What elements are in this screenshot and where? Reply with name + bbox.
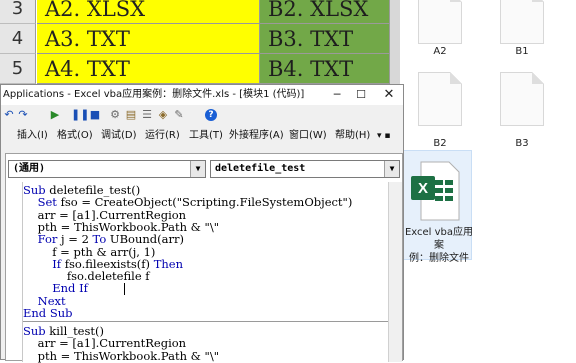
menu-insert[interactable]: 插入(I) xyxy=(17,126,48,146)
cell-b3[interactable]: B2. XLSX xyxy=(260,0,390,24)
code-line[interactable]: arr = [a1].CurrentRegion xyxy=(23,337,186,350)
row-header[interactable]: 5 xyxy=(0,54,36,84)
menu-help[interactable]: 帮助(H) xyxy=(335,126,370,146)
excel-file-label[interactable]: Excel vba应用案 例：删除文件 xyxy=(400,226,478,265)
project-explorer-icon[interactable]: ▤ xyxy=(125,109,137,121)
stop-icon[interactable]: ■ xyxy=(89,109,101,121)
excel-file-label-line1: Excel vba应用案 xyxy=(404,227,474,251)
pause-icon[interactable]: ❚❚ xyxy=(71,109,89,121)
menu-format[interactable]: 格式(O) xyxy=(57,126,93,146)
svg-text:X: X xyxy=(418,180,428,197)
chevron-down-icon[interactable]: ▼ xyxy=(384,161,399,177)
procedure-dropdown-value: deletefile_test xyxy=(215,163,306,174)
design-mode-icon[interactable]: ⚙ xyxy=(109,109,121,121)
object-dropdown-value: (通用) xyxy=(13,163,46,174)
properties-icon[interactable]: ☰ xyxy=(141,109,153,121)
code-line[interactable]: End Sub xyxy=(23,307,72,319)
document-icon[interactable] xyxy=(500,72,544,126)
spreadsheet: 3 A2. XLSX B2. XLSX 4 A3. TXT B3. TXT 5 … xyxy=(0,0,400,90)
menu-addins[interactable]: 外接程序(A) xyxy=(229,126,284,146)
document-icon[interactable] xyxy=(500,0,544,44)
cell-b5[interactable]: B4. TXT xyxy=(260,54,390,84)
file-label-b3[interactable]: B3 xyxy=(492,138,552,149)
document-icon[interactable] xyxy=(418,0,462,44)
toolbox-icon[interactable]: ✎ xyxy=(173,109,185,121)
procedure-separator xyxy=(23,321,399,322)
run-icon[interactable]: ▶ xyxy=(49,109,61,121)
file-label-b2[interactable]: B2 xyxy=(410,138,470,149)
restore-icon[interactable]: ▾ ▪ xyxy=(377,126,390,146)
help-icon[interactable]: ? xyxy=(205,109,217,121)
document-icon[interactable] xyxy=(418,72,462,126)
undo-icon[interactable]: ↶ xyxy=(3,109,15,121)
text-cursor xyxy=(124,283,125,295)
code-line[interactable]: For j = 2 To UBound(arr) xyxy=(23,233,184,246)
toolbar: ↶ ↷ ▶ ❚❚ ■ ⚙ ▤ ☰ ◈ ✎ ? xyxy=(1,106,403,126)
chevron-down-icon[interactable]: ▼ xyxy=(190,161,205,177)
object-browser-icon[interactable]: ◈ xyxy=(157,109,169,121)
code-line[interactable]: pth = ThisWorkbook.Path & "\" xyxy=(23,349,219,362)
cell-b4[interactable]: B3. TXT xyxy=(260,24,390,54)
close-icon[interactable]: ✕ xyxy=(377,85,401,105)
menu-run[interactable]: 运行(R) xyxy=(145,126,180,146)
menu-debug[interactable]: 调试(D) xyxy=(101,126,137,146)
procedure-dropdown[interactable]: deletefile_test ▼ xyxy=(210,160,400,178)
code-line[interactable]: f = pth & arr(j, 1) xyxy=(23,245,155,258)
code-editor[interactable]: Sub deletefile_test() Set fso = CreateOb… xyxy=(22,182,400,362)
vertical-scrollbar[interactable] xyxy=(388,182,402,362)
redo-icon[interactable]: ↷ xyxy=(17,109,29,121)
excel-file-label-line2: 例：删除文件 xyxy=(409,253,469,264)
code-line[interactable]: Set fso = CreateObject("Scripting.FileSy… xyxy=(23,196,353,209)
file-label-a2[interactable]: A2 xyxy=(410,46,470,57)
row-header[interactable]: 4 xyxy=(0,24,36,54)
maximize-icon[interactable]: ☐ xyxy=(349,85,373,105)
minimize-icon[interactable]: ─ xyxy=(325,85,349,105)
excel-file-icon[interactable]: X xyxy=(411,160,461,222)
menu-bar: 插入(I) 格式(O) 调试(D) 运行(R) 工具(T) 外接程序(A) 窗口… xyxy=(1,126,403,146)
cell-a4[interactable]: A3. TXT xyxy=(37,24,260,54)
cell-a5[interactable]: A4. TXT xyxy=(37,54,260,84)
sheet-border xyxy=(390,0,400,90)
file-label-b1[interactable]: B1 xyxy=(492,46,552,57)
vba-editor-window: Applications - Excel vba应用案例：删除文件.xls - … xyxy=(0,84,404,362)
cell-a3[interactable]: A2. XLSX xyxy=(37,0,260,24)
menu-tools[interactable]: 工具(T) xyxy=(189,126,223,146)
row-header[interactable]: 3 xyxy=(0,0,36,24)
menu-window[interactable]: 窗口(W) xyxy=(289,126,327,146)
object-dropdown[interactable]: (通用) ▼ xyxy=(8,160,206,178)
code-module: (通用) ▼ deletefile_test ▼ Sub deletefile_… xyxy=(5,153,403,362)
